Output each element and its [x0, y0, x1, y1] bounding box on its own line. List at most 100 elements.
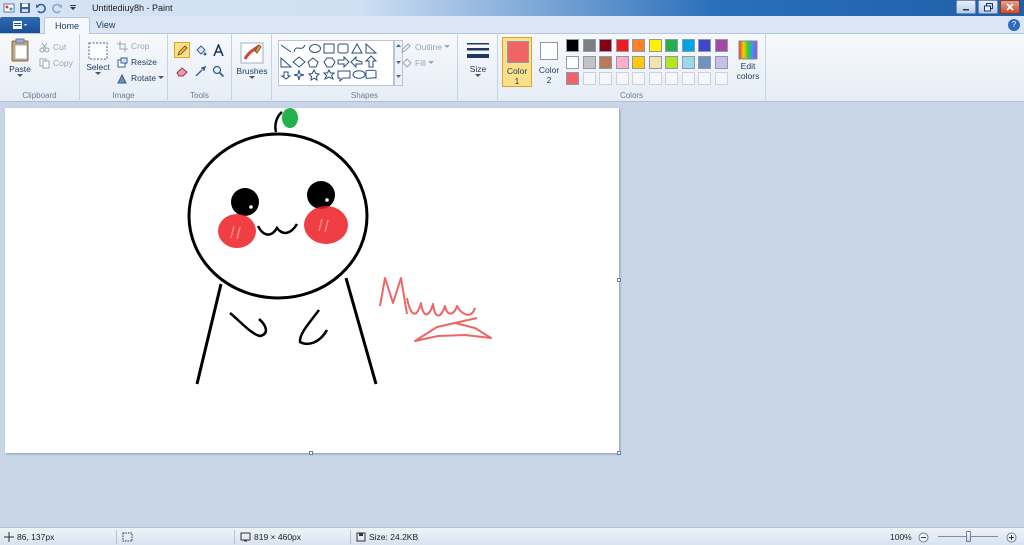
paste-button[interactable]: Paste — [6, 38, 34, 78]
chevron-down-icon — [443, 45, 450, 48]
size-button[interactable]: Size — [462, 40, 494, 78]
palette-swatch[interactable] — [681, 72, 695, 85]
drawing-left-arm — [229, 312, 268, 338]
zoom-out-button[interactable] — [918, 528, 929, 545]
palette-swatch[interactable] — [648, 72, 662, 85]
drawing-canvas[interactable] — [5, 108, 619, 453]
palette-swatch[interactable] — [582, 72, 596, 85]
palette-swatch[interactable] — [599, 72, 612, 85]
magnifier-tool[interactable] — [210, 63, 226, 79]
color1-button[interactable]: Color 1 — [502, 37, 532, 87]
color2-label-line1: Color — [538, 65, 560, 75]
palette-swatch[interactable] — [681, 39, 695, 52]
palette-swatch[interactable] — [566, 55, 579, 69]
selection-icon — [122, 532, 133, 542]
tab-view[interactable]: View — [86, 17, 125, 35]
palette-swatch[interactable] — [632, 72, 645, 85]
copy-button[interactable]: Copy — [38, 56, 73, 70]
window-title: Untitlediuy8h - Paint — [92, 3, 173, 13]
drawing-body-left — [195, 283, 223, 385]
minimize-button[interactable] — [956, 0, 976, 14]
image-size-icon — [240, 532, 251, 542]
palette-swatch[interactable] — [665, 39, 678, 52]
palette-swatch[interactable] — [615, 72, 629, 85]
undo-icon[interactable] — [34, 1, 48, 15]
palette-swatch[interactable] — [714, 55, 728, 69]
palette-swatch[interactable] — [599, 39, 612, 52]
plus-icon — [1006, 532, 1017, 542]
palette-swatch[interactable] — [615, 55, 629, 69]
drawing-mouth — [256, 223, 299, 236]
palette-swatch[interactable] — [615, 39, 629, 52]
title-bar: Untitlediuy8h - Paint — [0, 0, 1024, 16]
rotate-icon — [116, 72, 128, 84]
palette-swatch[interactable] — [566, 39, 579, 52]
color-picker-tool[interactable] — [192, 63, 208, 79]
palette-swatch[interactable] — [648, 39, 662, 52]
restore-button[interactable] — [978, 0, 998, 14]
palette-swatch[interactable] — [714, 72, 728, 85]
cursor-position: 86, 137px — [4, 528, 54, 545]
eyedropper-icon — [195, 65, 206, 76]
customize-toolbar-chevron-icon[interactable] — [66, 1, 80, 15]
select-button[interactable]: Select — [84, 40, 112, 76]
text-tool[interactable] — [210, 42, 226, 58]
palette-swatch[interactable] — [566, 72, 579, 85]
shapes-gallery[interactable] — [278, 40, 394, 86]
palette-swatch[interactable] — [582, 39, 596, 52]
edit-colors-line1: Edit — [740, 61, 756, 71]
drawing-signature — [379, 277, 492, 342]
paint-bucket-icon — [195, 44, 206, 55]
save-icon[interactable] — [18, 1, 32, 15]
palette-swatch[interactable] — [665, 72, 678, 85]
palette-swatch[interactable] — [698, 72, 711, 85]
palette-swatch[interactable] — [648, 55, 662, 69]
palette-swatch[interactable] — [632, 55, 645, 69]
zoom-slider-thumb[interactable] — [966, 531, 971, 542]
edit-colors-button[interactable]: Edit colors — [732, 39, 764, 81]
close-button[interactable] — [1000, 0, 1020, 14]
canvas-resize-handle-bottom[interactable] — [309, 451, 313, 455]
zoom-in-button[interactable] — [1006, 528, 1017, 545]
cut-button[interactable]: Cut — [38, 40, 66, 54]
chevron-down-icon — [17, 74, 23, 77]
pencil-tool[interactable] — [174, 42, 190, 58]
palette-swatch[interactable] — [698, 55, 711, 69]
help-icon[interactable]: ? — [1008, 19, 1020, 31]
select-rectangle-icon — [88, 42, 108, 60]
fill-button[interactable]: Fill — [400, 56, 434, 70]
crosshair-icon — [4, 532, 14, 542]
chevron-down-icon — [158, 76, 165, 79]
image-group: Select Crop Resize Rotate Image — [80, 34, 168, 102]
palette-swatch[interactable] — [698, 39, 711, 52]
palette-swatch[interactable] — [582, 55, 596, 69]
eraser-tool[interactable] — [174, 63, 190, 79]
size-group: Size — [458, 34, 498, 102]
status-bar: 86, 137px 819 × 460px Size: 24.2KB 100% — [0, 527, 1024, 545]
rotate-button[interactable]: Rotate — [116, 71, 165, 85]
fill-tool[interactable] — [192, 42, 208, 58]
palette-swatch[interactable] — [714, 39, 728, 52]
canvas-resize-handle-corner[interactable] — [617, 451, 621, 455]
ribbon-tabs: Home View ? — [0, 16, 1024, 35]
quick-access-toolbar — [0, 0, 82, 16]
redo-icon[interactable] — [50, 1, 64, 15]
palette-swatch[interactable] — [632, 39, 645, 52]
tab-home[interactable]: Home — [44, 17, 91, 35]
resize-button[interactable]: Resize — [116, 55, 157, 69]
outline-button[interactable]: Outline — [400, 40, 450, 54]
drawing-body-right — [344, 277, 378, 385]
palette-swatch[interactable] — [665, 55, 678, 69]
canvas-resize-handle-right[interactable] — [617, 278, 621, 282]
file-menu-button[interactable] — [0, 17, 40, 33]
chevron-down-icon — [249, 76, 255, 79]
chevron-down-icon — [475, 74, 481, 77]
palette-swatch[interactable] — [681, 55, 695, 69]
color2-button[interactable]: Color 2 — [536, 37, 562, 87]
palette-swatch[interactable] — [599, 55, 612, 69]
brushes-button[interactable]: Brushes — [236, 40, 268, 80]
crop-button[interactable]: Crop — [116, 39, 149, 53]
paint-app-icon[interactable] — [2, 1, 16, 15]
colors-group: Color 1 Color 2 Edit colors Colors — [498, 34, 766, 102]
window-controls — [954, 0, 1020, 14]
